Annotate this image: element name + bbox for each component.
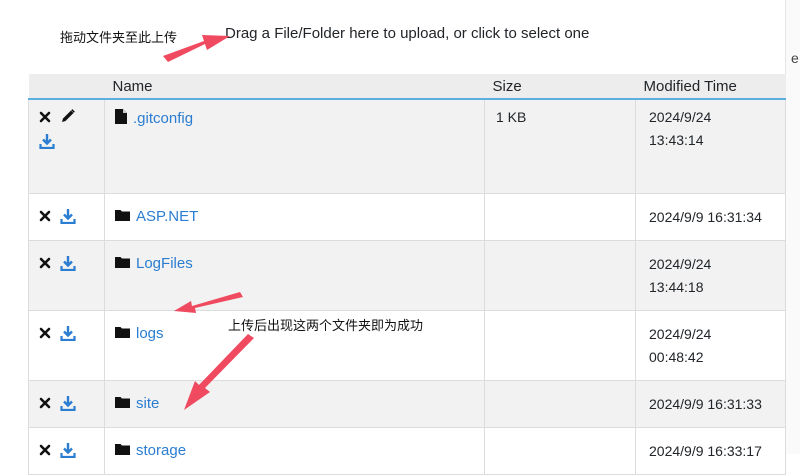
modified-cell: 2024/9/9 16:31:33 xyxy=(635,379,786,428)
download-icon[interactable] xyxy=(39,133,55,152)
folder-icon xyxy=(115,442,130,458)
folder-icon xyxy=(115,395,130,411)
download-icon[interactable] xyxy=(60,325,76,344)
col-modified[interactable]: Modified Time xyxy=(635,74,786,100)
modified-time: 13:44:18 xyxy=(649,278,704,295)
drag-annotation: 拖动文件夹至此上传 xyxy=(60,31,178,46)
row-actions xyxy=(28,239,105,311)
file-table: Name Size Modified Time .gitconfig 1 KB … xyxy=(28,74,786,475)
modified-date: 2024/9/24 xyxy=(649,109,712,125)
name-cell: LogFiles xyxy=(104,239,485,311)
upload-dropzone[interactable]: Drag a File/Folder here to upload, or cl… xyxy=(225,25,589,42)
folder-icon xyxy=(115,255,130,271)
modified-date: 2024/9/9 16:31:33 xyxy=(649,395,762,412)
size-cell xyxy=(484,239,636,311)
table-header-row: Name Size Modified Time xyxy=(28,74,786,100)
file-link[interactable]: .gitconfig xyxy=(133,110,193,127)
download-icon[interactable] xyxy=(60,255,76,274)
folder-link[interactable]: logs xyxy=(136,325,164,342)
row-actions xyxy=(28,192,105,241)
row-actions xyxy=(28,379,105,428)
name-cell: ASP.NET xyxy=(104,192,485,241)
size-cell xyxy=(484,426,636,475)
result-annotation: 上传后出现这两个文件夹即为成功 xyxy=(228,319,424,334)
modified-date: 2024/9/24 xyxy=(649,325,712,342)
size-value: 1 KB xyxy=(496,109,527,125)
col-size[interactable]: Size xyxy=(484,74,636,100)
size-cell xyxy=(484,379,636,428)
download-icon[interactable] xyxy=(60,442,76,461)
name-cell: site xyxy=(104,379,485,428)
table-row: .gitconfig 1 KB 2024/9/24 13:43:14 xyxy=(28,98,786,194)
table-row: ASP.NET 2024/9/9 16:31:34 xyxy=(28,192,786,241)
modified-time: 13:43:14 xyxy=(649,132,704,148)
delete-icon[interactable] xyxy=(39,110,51,126)
delete-icon[interactable] xyxy=(39,396,51,412)
table-row: storage 2024/9/9 16:33:17 xyxy=(28,426,786,475)
col-name[interactable]: Name xyxy=(104,74,485,100)
row-actions xyxy=(28,98,105,194)
delete-icon[interactable] xyxy=(39,326,51,342)
folder-link[interactable]: site xyxy=(136,395,159,412)
modified-date: 2024/9/9 16:33:17 xyxy=(649,442,762,459)
modified-date: 2024/9/24 xyxy=(649,255,712,272)
folder-icon xyxy=(115,325,130,341)
edit-pencil-icon[interactable] xyxy=(60,108,76,127)
folder-link[interactable]: storage xyxy=(136,442,186,459)
delete-icon[interactable] xyxy=(39,256,51,272)
delete-icon[interactable] xyxy=(39,209,51,225)
name-cell: .gitconfig xyxy=(104,98,485,194)
modified-time: 00:48:42 xyxy=(649,348,704,365)
modified-cell: 2024/9/9 16:33:17 xyxy=(635,426,786,475)
modified-cell: 2024/9/24 13:43:14 xyxy=(635,98,786,194)
folder-link[interactable]: ASP.NET xyxy=(136,208,198,225)
delete-icon[interactable] xyxy=(39,443,51,459)
download-icon[interactable] xyxy=(60,208,76,227)
row-actions xyxy=(28,309,105,381)
row-actions xyxy=(28,426,105,475)
folder-icon xyxy=(115,208,130,224)
folder-link[interactable]: LogFiles xyxy=(136,255,193,272)
side-panel-edge xyxy=(785,0,800,454)
table-row: site 2024/9/9 16:31:33 xyxy=(28,379,786,428)
size-cell xyxy=(484,309,636,381)
download-icon[interactable] xyxy=(60,395,76,414)
size-cell: 1 KB xyxy=(484,98,636,194)
modified-cell: 2024/9/24 00:48:42 xyxy=(635,309,786,381)
col-actions xyxy=(28,74,105,100)
table-row: LogFiles 2024/9/24 13:44:18 xyxy=(28,239,786,311)
side-panel-letter: e xyxy=(791,50,799,66)
name-cell: storage xyxy=(104,426,485,475)
modified-date: 2024/9/9 16:31:34 xyxy=(649,208,762,225)
size-cell xyxy=(484,192,636,241)
file-icon xyxy=(115,109,127,127)
modified-cell: 2024/9/24 13:44:18 xyxy=(635,239,786,311)
modified-cell: 2024/9/9 16:31:34 xyxy=(635,192,786,241)
